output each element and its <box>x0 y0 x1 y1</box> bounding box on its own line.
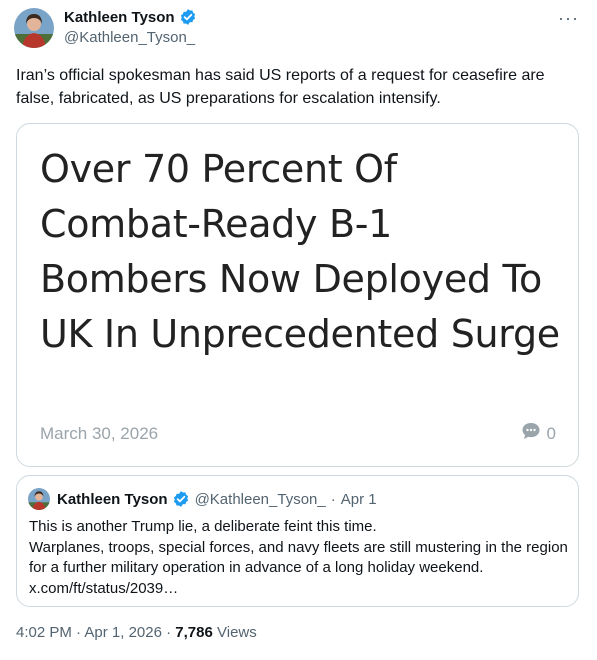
quoted-date[interactable]: Apr 1 <box>341 491 377 508</box>
quoted-text-line1: This is another Trump lie, a deliberate … <box>29 518 377 535</box>
comment-count: 0 <box>546 423 556 443</box>
quoted-text: This is another Trump lie, a deliberate … <box>29 517 569 599</box>
card-headline: Over 70 Percent Of Combat-Ready B-1 Bomb… <box>40 147 560 356</box>
quoted-text-line2: Warplanes, troops, special forces, and n… <box>29 538 568 597</box>
meta-separator: · <box>76 624 82 641</box>
link-card[interactable]: Over 70 Percent Of Combat-Ready B-1 Bomb… <box>16 123 579 467</box>
author-avatar[interactable] <box>14 8 54 48</box>
tweet-meta: 4:02 PM · Apr 1, 2026 · 7,786 Views <box>16 624 257 641</box>
views-count: 7,786 <box>175 624 213 641</box>
meta-separator-2: · <box>166 624 172 641</box>
author-handle[interactable]: @Kathleen_Tyson_ <box>64 29 195 46</box>
quoted-separator: · <box>330 490 336 508</box>
quoted-tweet[interactable]: Kathleen Tyson @Kathleen_Tyson_ · Apr 1 … <box>16 475 579 607</box>
author-name[interactable]: Kathleen Tyson <box>64 8 197 26</box>
tweet-text: Iran’s official spokesman has said US re… <box>16 67 545 107</box>
comment-icon <box>521 422 541 445</box>
quoted-header: Kathleen Tyson @Kathleen_Tyson_ · Apr 1 <box>57 490 377 508</box>
card-comments: 0 <box>521 422 556 445</box>
more-options-icon[interactable]: ··· <box>558 8 579 29</box>
quoted-verified-badge-icon <box>172 490 190 508</box>
tweet-time[interactable]: 4:02 PM <box>16 624 72 641</box>
author-name-text: Kathleen Tyson <box>64 8 175 26</box>
card-date: March 30, 2026 <box>40 424 159 443</box>
quoted-author-handle[interactable]: @Kathleen_Tyson_ <box>195 491 326 508</box>
quoted-author-avatar[interactable] <box>28 488 50 510</box>
tweet-date[interactable]: Apr 1, 2026 <box>84 624 162 641</box>
views-label: Views <box>217 624 257 641</box>
quoted-author-name[interactable]: Kathleen Tyson <box>57 491 168 508</box>
verified-badge-icon <box>179 8 197 26</box>
